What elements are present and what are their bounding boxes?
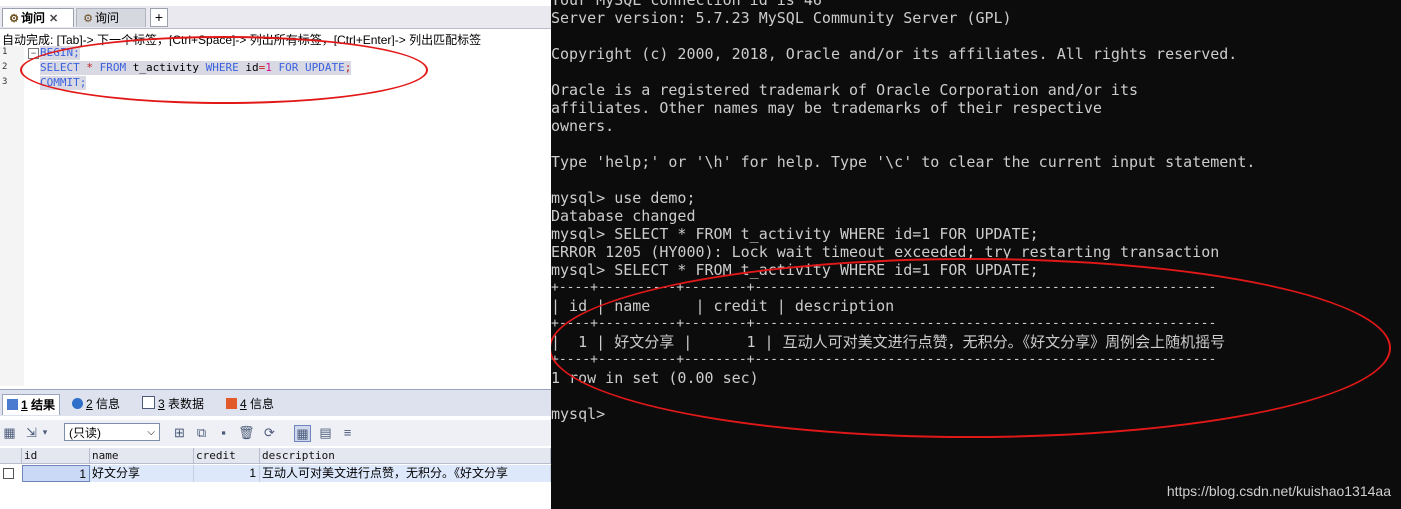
info-icon	[72, 398, 83, 409]
duplicate-row-icon[interactable]: ⧉	[194, 425, 209, 440]
line-gutter: 1 2 3	[0, 46, 24, 386]
grid-view-icon[interactable]: ▦	[2, 425, 17, 440]
results-toolbar: ▦ ⇲ ▾ (只读) ⌵ ⊞ ⧉ ▪ 🗑 ⟳ ▦ ▤ ≡	[0, 420, 551, 446]
chevron-down-icon: ⌵	[147, 427, 155, 438]
chart-icon	[226, 398, 237, 409]
cell-id[interactable]: 1	[22, 465, 90, 482]
query-icon: ⚙	[9, 13, 19, 25]
grid-icon	[7, 399, 18, 410]
line-number: 1	[2, 47, 8, 57]
form-mode-icon[interactable]: ▤	[318, 425, 333, 440]
delete-icon[interactable]: 🗑	[238, 425, 255, 440]
grid-corner	[0, 448, 22, 464]
tab-info-4[interactable]: 4 信息	[226, 394, 274, 414]
console-line: Database changed	[551, 207, 696, 225]
query-tab-bar: ⚙ 询问 ✕ ⚙ 询问 +	[0, 6, 551, 29]
row-checkbox[interactable]	[3, 468, 14, 479]
tab-label: 询问	[21, 11, 46, 25]
tab-info-2[interactable]: 2 信息	[72, 394, 120, 414]
table-icon	[142, 396, 155, 409]
chevron-down-icon[interactable]: ▾	[40, 425, 50, 440]
query-icon: ⚙	[83, 13, 93, 25]
line-number: 2	[2, 62, 8, 72]
console-line: affiliates. Other names may be trademark…	[551, 99, 1102, 117]
watermark: https://blog.csdn.net/kuishao1314aa	[1166, 483, 1391, 499]
column-header[interactable]: description	[260, 448, 551, 464]
console-line: ERROR 1205 (HY000): Lock wait timeout ex…	[551, 243, 1220, 261]
text-mode-icon[interactable]: ≡	[340, 425, 355, 440]
close-icon[interactable]: ✕	[49, 13, 58, 25]
cell-credit[interactable]: 1	[194, 465, 260, 482]
save-icon[interactable]: ▪	[216, 425, 231, 440]
console-line: Copyright (c) 2000, 2018, Oracle and/or …	[551, 45, 1238, 63]
red-annotation-ellipse	[20, 36, 428, 104]
column-header[interactable]: id	[22, 448, 90, 464]
tab-table-data[interactable]: 3 表数据	[142, 394, 204, 414]
console-line: Type 'help;' or '\h' for help. Type '\c'…	[551, 153, 1256, 171]
column-header[interactable]: credit	[194, 448, 260, 464]
console-line: Your MySQL connection id is 46	[551, 0, 822, 9]
results-tab-bar: 1 结果 2 信息 3 表数据 4 信息	[0, 389, 551, 416]
console-line: Server version: 5.7.23 MySQL Community S…	[551, 9, 1012, 27]
add-tab-button[interactable]: +	[150, 8, 168, 27]
export-icon[interactable]: ⇲	[24, 425, 39, 440]
results-grid: id name credit description 1 好文分享 1 互动人可…	[0, 448, 551, 509]
readonly-select[interactable]: (只读) ⌵	[64, 423, 160, 441]
tab-label: 询问	[95, 11, 120, 25]
console-prompt[interactable]: mysql>	[551, 405, 605, 423]
tab-query-2[interactable]: ⚙ 询问	[76, 8, 146, 27]
column-header[interactable]: name	[90, 448, 194, 464]
red-annotation-ellipse	[551, 258, 1391, 438]
add-row-icon[interactable]: ⊞	[172, 425, 187, 440]
tab-results[interactable]: 1 结果	[2, 394, 61, 415]
cell-name[interactable]: 好文分享	[90, 465, 194, 482]
refresh-icon[interactable]: ⟳	[262, 425, 277, 440]
grid-mode-icon[interactable]: ▦	[294, 425, 311, 442]
tab-query-1[interactable]: ⚙ 询问 ✕	[2, 8, 74, 27]
console-line: Oracle is a registered trademark of Orac…	[551, 81, 1138, 99]
console-line: mysql> SELECT * FROM t_activity WHERE id…	[551, 225, 1039, 243]
console-line: mysql> use demo;	[551, 189, 696, 207]
console-line: owners.	[551, 117, 615, 135]
line-number: 3	[2, 77, 8, 87]
mysql-console[interactable]: Your MySQL connection id is 46 Server ve…	[551, 0, 1401, 509]
sql-editor-window: ⚙ 询问 ✕ ⚙ 询问 + 自动完成: [Tab]-> 下一个标签，[Ctrl+Spa…	[0, 0, 551, 509]
cell-description[interactable]: 互动人可对美文进行点赞，无积分。《好文分享	[260, 465, 551, 482]
